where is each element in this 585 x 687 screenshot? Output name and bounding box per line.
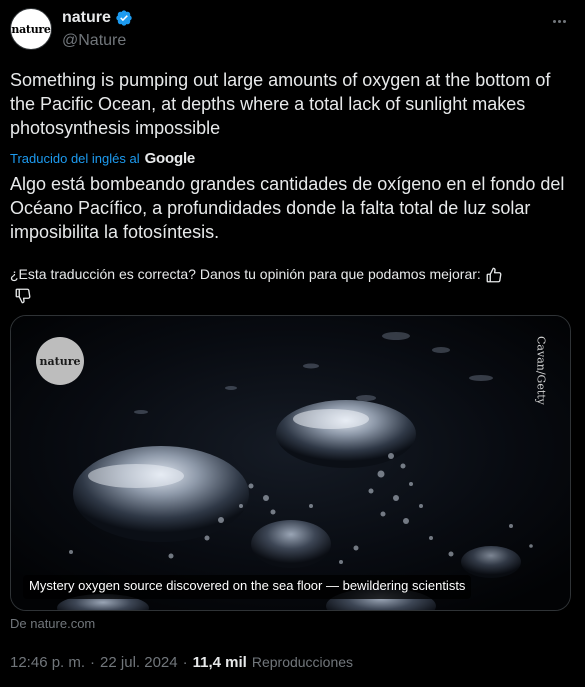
translation-feedback: ¿Esta traducción es correcta? Danos tu o… [10,264,570,284]
card-image[interactable] [11,316,571,611]
tweet-header: nature nature @Nature [10,8,575,60]
author-display-name[interactable]: nature [62,9,111,27]
thumbs-down-icon[interactable] [14,287,32,305]
card-source[interactable]: De nature.com [10,616,95,631]
card-nature-logo: nature [36,337,84,385]
tweet-metadata: 12:46 p. m. · 22 jul. 2024 · 11,4 mil Re… [10,654,353,671]
author-handle[interactable]: @Nature [62,32,126,50]
feedback-prompt: ¿Esta traducción es correcta? Danos tu o… [10,266,481,282]
link-card[interactable]: nature Cavan/Getty Mystery oxygen source… [10,315,571,611]
tweet-date[interactable]: 22 jul. 2024 [100,654,178,671]
photo-credit-text: Cavan/Getty [534,336,548,405]
meta-separator: · [90,654,96,671]
card-title[interactable]: Mystery oxygen source discovered on the … [23,575,472,599]
card-logo-text: nature [39,354,81,368]
meta-separator: · [182,654,188,671]
previous-tweet-fragment [0,0,585,6]
translated-from-label[interactable]: Traducido del inglés al [10,151,140,166]
thumbs-up-icon[interactable] [485,266,503,284]
translated-text: Algo está bombeando grandes cantidades d… [10,174,565,242]
tweet-time[interactable]: 12:46 p. m. [10,654,85,671]
translation-attribution[interactable]: Traducido del inglés al Google [10,150,195,167]
google-translate-logo: Google [144,150,196,167]
more-options-icon[interactable] [548,12,570,30]
photo-credit: Cavan/Getty [521,336,561,446]
avatar[interactable]: nature [10,8,52,50]
views-label: Reproducciones [251,654,354,670]
author-name-row: nature [62,9,133,27]
avatar-logo-text: nature [11,22,51,36]
tweet-text: Something is pumping out large amounts o… [10,70,551,138]
views-count: 11,4 mil [192,654,247,671]
verified-badge-icon[interactable] [115,9,133,27]
